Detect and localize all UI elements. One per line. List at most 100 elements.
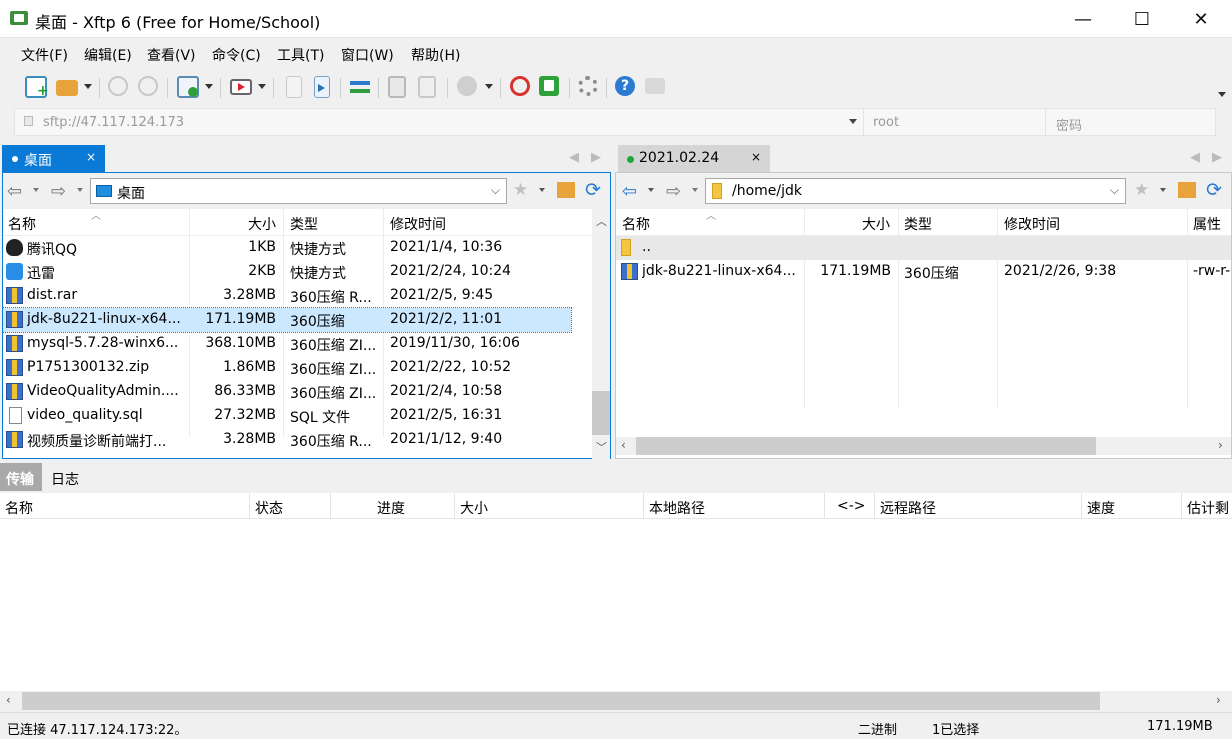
transfer-icon[interactable] xyxy=(350,76,372,98)
connect-icon[interactable] xyxy=(108,76,128,96)
col-local-path[interactable]: 本地路径 xyxy=(649,498,705,518)
properties-icon[interactable] xyxy=(177,76,199,98)
open-file-icon[interactable] xyxy=(314,76,330,98)
bookmark-star-icon[interactable]: ★ xyxy=(1134,180,1149,200)
terminal-icon[interactable] xyxy=(230,79,252,95)
chevron-down-icon[interactable]: ⌵ xyxy=(1110,183,1119,198)
gear-icon[interactable] xyxy=(578,76,598,96)
username-input[interactable]: root xyxy=(873,115,899,130)
file-row[interactable]: 迅雷 2KB 快捷方式 2021/2/24, 10:24 xyxy=(3,260,571,284)
menu-view[interactable]: 查看(V) xyxy=(147,45,196,65)
chat-icon[interactable] xyxy=(645,78,665,94)
file-row[interactable]: video_quality.sql 27.32MB SQL 文件 2021/2/5, … xyxy=(3,404,571,428)
col-name[interactable]: 名称 xyxy=(8,214,36,234)
bookmark-dropdown-icon[interactable] xyxy=(1160,188,1166,192)
refresh-icon[interactable]: ⟳ xyxy=(585,179,601,201)
maximize-button[interactable]: ☐ xyxy=(1113,0,1171,38)
remote-horizontal-scrollbar[interactable]: ‹ › xyxy=(616,437,1231,455)
xftp-icon[interactable] xyxy=(539,76,559,96)
scroll-right-icon[interactable]: › xyxy=(1218,438,1223,452)
col-type[interactable]: 类型 xyxy=(904,214,932,234)
open-folder-icon[interactable] xyxy=(56,80,78,96)
col-size[interactable]: 大小 xyxy=(248,214,276,234)
file-row[interactable]: jdk-8u221-linux-x64... 171.19MB 360压缩 2021/… xyxy=(2,307,572,333)
transfer-horizontal-scrollbar[interactable]: ‹ › xyxy=(0,692,1232,710)
col-type[interactable]: 类型 xyxy=(290,214,318,234)
file-row[interactable]: jdk-8u221-linux-x64... 171.19MB 360压缩 2021/… xyxy=(616,260,1231,284)
file-row[interactable]: 腾讯QQ 1KB 快捷方式 2021/1/4, 10:36 xyxy=(3,236,571,260)
disconnect-icon[interactable] xyxy=(138,76,158,96)
forward-arrow-icon[interactable]: ⇨ xyxy=(666,181,681,202)
file-row[interactable]: .. xyxy=(616,236,1231,260)
tab-remote[interactable]: 2021.02.24 × xyxy=(618,145,770,172)
col-progress[interactable]: 进度 xyxy=(377,498,405,518)
file-row[interactable]: VideoQualityAdmin.... 86.33MB 360压缩 ZI... 2… xyxy=(3,380,571,404)
forward-dropdown-icon[interactable] xyxy=(77,188,83,192)
xshell-icon[interactable] xyxy=(510,76,530,96)
col-size[interactable]: 大小 xyxy=(862,214,890,234)
copy-icon[interactable] xyxy=(388,76,406,98)
open-dropdown-icon[interactable] xyxy=(84,84,92,89)
tab-transfer[interactable]: 传输 xyxy=(6,469,34,489)
new-session-icon[interactable]: + xyxy=(25,76,49,98)
menu-tools[interactable]: 工具(T) xyxy=(277,45,324,65)
file-row[interactable]: 视频质量诊断前端打... 3.28MB 360压缩 R... 2021/1/12, 9… xyxy=(3,428,571,452)
scroll-left-icon[interactable]: ‹ xyxy=(621,438,626,452)
col-name[interactable]: 名称 xyxy=(5,498,33,518)
forward-dropdown-icon[interactable] xyxy=(692,188,698,192)
remote-path-field[interactable]: /home/jdk ⌵ xyxy=(705,178,1126,204)
scroll-thumb[interactable] xyxy=(636,437,1096,455)
scroll-thumb[interactable] xyxy=(22,692,1100,710)
back-dropdown-icon[interactable] xyxy=(648,188,654,192)
encoding-icon[interactable] xyxy=(457,76,477,96)
tab-log[interactable]: 日志 xyxy=(51,469,79,489)
col-attributes[interactable]: 属性 xyxy=(1193,214,1221,234)
col-name[interactable]: 名称 xyxy=(622,214,650,234)
col-speed[interactable]: 速度 xyxy=(1087,498,1115,518)
toolbar-overflow-icon[interactable] xyxy=(1218,92,1226,97)
file-row[interactable]: mysql-5.7.28-winx6... 368.10MB 360压缩 ZI...… xyxy=(3,332,571,356)
col-remote-path[interactable]: 远程路径 xyxy=(880,498,936,518)
help-icon[interactable]: ? xyxy=(615,76,635,96)
chevron-down-icon[interactable]: ⌵ xyxy=(491,183,500,198)
scroll-thumb[interactable] xyxy=(592,391,610,435)
terminal-dropdown-icon[interactable] xyxy=(258,84,266,89)
tab-scroll-right-icon[interactable]: ▶ xyxy=(591,150,601,165)
bookmark-star-icon[interactable]: ★ xyxy=(513,180,528,200)
new-file-icon[interactable] xyxy=(286,76,302,98)
menu-file[interactable]: 文件(F) xyxy=(21,45,68,65)
file-row[interactable]: P1751300132.zip 1.86MB 360压缩 ZI... 2021/2/2… xyxy=(3,356,571,380)
col-mtime[interactable]: 修改时间 xyxy=(1004,214,1060,234)
menu-command[interactable]: 命令(C) xyxy=(212,45,261,65)
scroll-right-icon[interactable]: › xyxy=(1216,693,1221,707)
minimize-button[interactable]: — xyxy=(1054,0,1112,38)
transfer-mode[interactable]: 二进制 xyxy=(858,719,897,738)
local-path-field[interactable]: 桌面 ⌵ xyxy=(90,178,507,204)
menu-help[interactable]: 帮助(H) xyxy=(411,45,460,65)
paste-icon[interactable] xyxy=(418,76,436,98)
properties-dropdown-icon[interactable] xyxy=(205,84,213,89)
menu-window[interactable]: 窗口(W) xyxy=(341,45,394,65)
col-mtime[interactable]: 修改时间 xyxy=(390,214,446,234)
back-arrow-icon[interactable]: ⇦ xyxy=(622,181,637,202)
scroll-down-icon[interactable]: ﹀ xyxy=(596,439,607,455)
tab-local[interactable]: 桌面 × xyxy=(2,145,105,172)
menu-edit[interactable]: 编辑(E) xyxy=(84,45,132,65)
bookmark-dropdown-icon[interactable] xyxy=(539,188,545,192)
password-input[interactable]: 密码 xyxy=(1056,115,1082,134)
tab-scroll-left-icon[interactable]: ◀ xyxy=(569,150,579,165)
close-button[interactable]: ✕ xyxy=(1172,0,1230,38)
scroll-up-icon[interactable]: ︿ xyxy=(596,213,607,229)
home-folder-icon[interactable] xyxy=(557,182,575,198)
file-row[interactable]: dist.rar 3.28MB 360压缩 R... 2021/2/5, 9:45 xyxy=(3,284,571,308)
col-status[interactable]: 状态 xyxy=(255,498,283,518)
encoding-dropdown-icon[interactable] xyxy=(485,84,493,89)
back-arrow-icon[interactable]: ⇦ xyxy=(7,181,22,202)
col-size[interactable]: 大小 xyxy=(460,498,488,518)
home-folder-icon[interactable] xyxy=(1178,182,1196,198)
scroll-left-icon[interactable]: ‹ xyxy=(6,693,11,707)
forward-arrow-icon[interactable]: ⇨ xyxy=(51,181,66,202)
host-dropdown-icon[interactable] xyxy=(849,119,857,124)
tab-close-icon[interactable]: × xyxy=(751,150,761,164)
tab-scroll-left-icon[interactable]: ◀ xyxy=(1190,150,1200,165)
